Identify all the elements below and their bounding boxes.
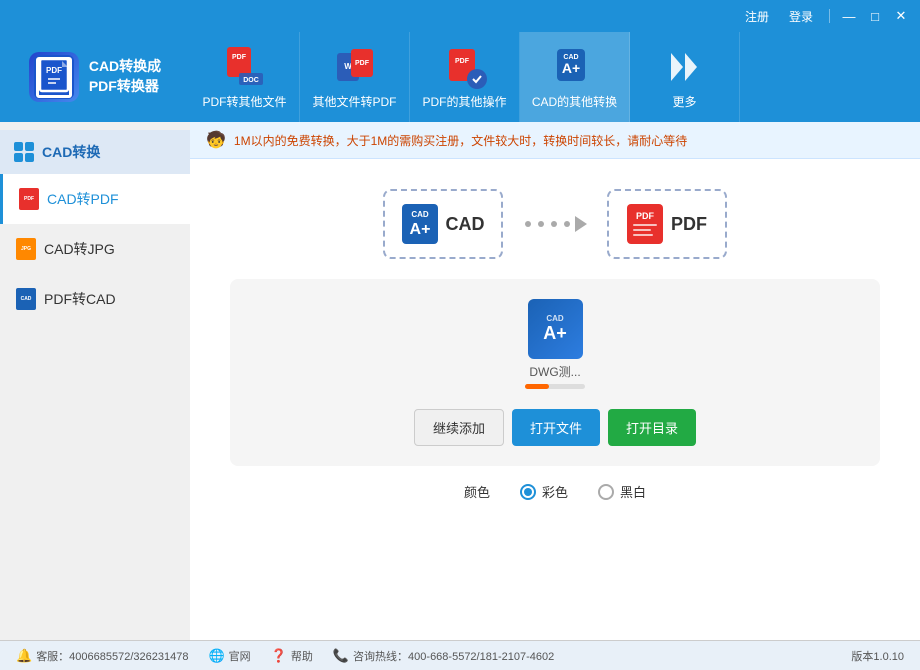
- other-to-pdf-icon: W PDF: [333, 45, 377, 89]
- color-label: 颜色: [464, 482, 490, 501]
- progress-fill: [525, 384, 549, 389]
- maximize-btn[interactable]: □: [864, 5, 886, 27]
- tab-pdf-ops-label: PDF的其他操作: [422, 93, 506, 110]
- tab-other-to-pdf-label: 其他文件转PDF: [312, 93, 396, 110]
- open-file-btn[interactable]: 打开文件: [512, 409, 600, 446]
- info-emoji: 🧒: [206, 130, 226, 150]
- logo-area: PDF CAD转换成 PDF转换器: [0, 52, 190, 102]
- tab-pdf-to-other[interactable]: PDF DOC PDF转其他文件: [190, 32, 300, 122]
- info-bar: 🧒 1M以内的免费转换，大于1M的需购买注册，文件较大时，转换时间较长，请耐心等…: [190, 122, 920, 159]
- radio-bw-circle[interactable]: [598, 484, 614, 500]
- action-buttons: 继续添加 打开文件 打开目录: [414, 409, 696, 446]
- footer: 🔔 客服：4006685572/326231478 🌐 官网 ❓ 帮助 📞 咨询…: [0, 640, 920, 670]
- color-option-color[interactable]: 彩色: [520, 482, 568, 501]
- main-layout: CAD转换 PDF CAD转PDF JPG CAD转JPG CAD PDF转CA…: [0, 122, 920, 640]
- pdf-ops-icon: PDF: [443, 45, 487, 89]
- tab-more[interactable]: 更多: [630, 32, 740, 122]
- file-item: CAD A+ DWG测...: [525, 299, 585, 389]
- file-drop-area[interactable]: CAD A+ DWG测... 继续添加 打开文件 打开目录: [230, 279, 880, 466]
- register-btn[interactable]: 注册: [737, 6, 777, 27]
- conversion-flow: CAD A+ CAD PDF PDF: [190, 159, 920, 279]
- svg-text:DOC: DOC: [243, 77, 259, 84]
- cad-label-small: CAD: [546, 314, 563, 323]
- sidebar-item-cad-to-jpg-label: CAD转JPG: [44, 239, 115, 259]
- color-option-bw[interactable]: 黑白: [598, 482, 646, 501]
- to-label: PDF: [671, 214, 707, 235]
- sidebar-item-cad-to-jpg[interactable]: JPG CAD转JPG: [0, 224, 190, 274]
- progress-bar: [525, 384, 585, 389]
- radio-color-circle[interactable]: [520, 484, 536, 500]
- sidebar-section-label: CAD转换: [42, 142, 100, 162]
- login-btn[interactable]: 登录: [781, 6, 821, 27]
- info-text: 1M以内的免费转换，大于1M的需购买注册，文件较大时，转换时间较长，请耐心等待: [234, 132, 687, 149]
- svg-text:PDF: PDF: [455, 58, 470, 65]
- app-title: CAD转换成 PDF转换器: [89, 57, 161, 96]
- cad-to-jpg-icon: JPG: [16, 238, 36, 260]
- pdf-to-cad-icon: CAD: [16, 288, 36, 310]
- tab-pdf-ops[interactable]: PDF PDF的其他操作: [410, 32, 520, 122]
- from-box: CAD A+ CAD: [383, 189, 503, 259]
- nav-tabs: PDF DOC PDF转其他文件 W PDF 其他文件转PDF: [190, 32, 920, 122]
- header: PDF CAD转换成 PDF转换器 PDF DOC PDF转其他文件: [0, 32, 920, 122]
- tab-cad-convert-label: CAD的其他转换: [532, 93, 617, 110]
- open-dir-btn[interactable]: 打开目录: [608, 409, 696, 446]
- svg-text:PDF: PDF: [232, 54, 247, 61]
- arrow-separator: [523, 216, 587, 232]
- tab-cad-convert[interactable]: CAD A+ CAD的其他转换: [520, 32, 630, 122]
- tab-more-label: 更多: [672, 93, 696, 110]
- file-icon-cad: CAD A+: [528, 299, 583, 359]
- svg-text:PDF: PDF: [355, 60, 370, 67]
- svg-text:A+: A+: [409, 221, 430, 238]
- cad-grid-icon: [14, 142, 34, 162]
- color-options: 颜色 彩色 黑白: [190, 482, 920, 501]
- content-area: 🧒 1M以内的免费转换，大于1M的需购买注册，文件较大时，转换时间较长，请耐心等…: [190, 122, 920, 640]
- cad-convert-icon: CAD A+: [553, 45, 597, 89]
- more-icon: [663, 45, 707, 89]
- sidebar-item-pdf-to-cad-label: PDF转CAD: [44, 289, 116, 309]
- sidebar-item-pdf-to-cad[interactable]: CAD PDF转CAD: [0, 274, 190, 324]
- color-option-color-label: 彩色: [542, 482, 568, 501]
- sidebar: CAD转换 PDF CAD转PDF JPG CAD转JPG CAD PDF转CA…: [0, 122, 190, 640]
- sidebar-item-cad-to-pdf-label: CAD转PDF: [47, 189, 119, 209]
- minimize-btn[interactable]: —: [838, 5, 860, 27]
- tab-other-to-pdf[interactable]: W PDF 其他文件转PDF: [300, 32, 410, 122]
- cad-to-pdf-icon: PDF: [19, 188, 39, 210]
- aplus-label: A+: [543, 323, 567, 344]
- title-bar: 注册 登录 — □ ✕: [0, 0, 920, 32]
- svg-text:CAD: CAD: [411, 210, 429, 219]
- sidebar-item-cad-to-pdf[interactable]: PDF CAD转PDF: [0, 174, 190, 224]
- app-logo: PDF: [29, 52, 79, 102]
- from-label: CAD: [446, 214, 485, 235]
- sidebar-section-header: CAD转换: [0, 130, 190, 174]
- svg-text:PDF: PDF: [636, 211, 655, 221]
- file-name-label: DWG测...: [529, 363, 580, 380]
- close-btn[interactable]: ✕: [890, 5, 912, 27]
- tab-pdf-to-other-label: PDF转其他文件: [202, 93, 286, 110]
- color-option-bw-label: 黑白: [620, 482, 646, 501]
- pdf-to-other-icon: PDF DOC: [223, 45, 267, 89]
- add-more-btn[interactable]: 继续添加: [414, 409, 504, 446]
- svg-text:A+: A+: [561, 60, 579, 76]
- to-box: PDF PDF: [607, 189, 727, 259]
- svg-text:PDF: PDF: [46, 66, 62, 75]
